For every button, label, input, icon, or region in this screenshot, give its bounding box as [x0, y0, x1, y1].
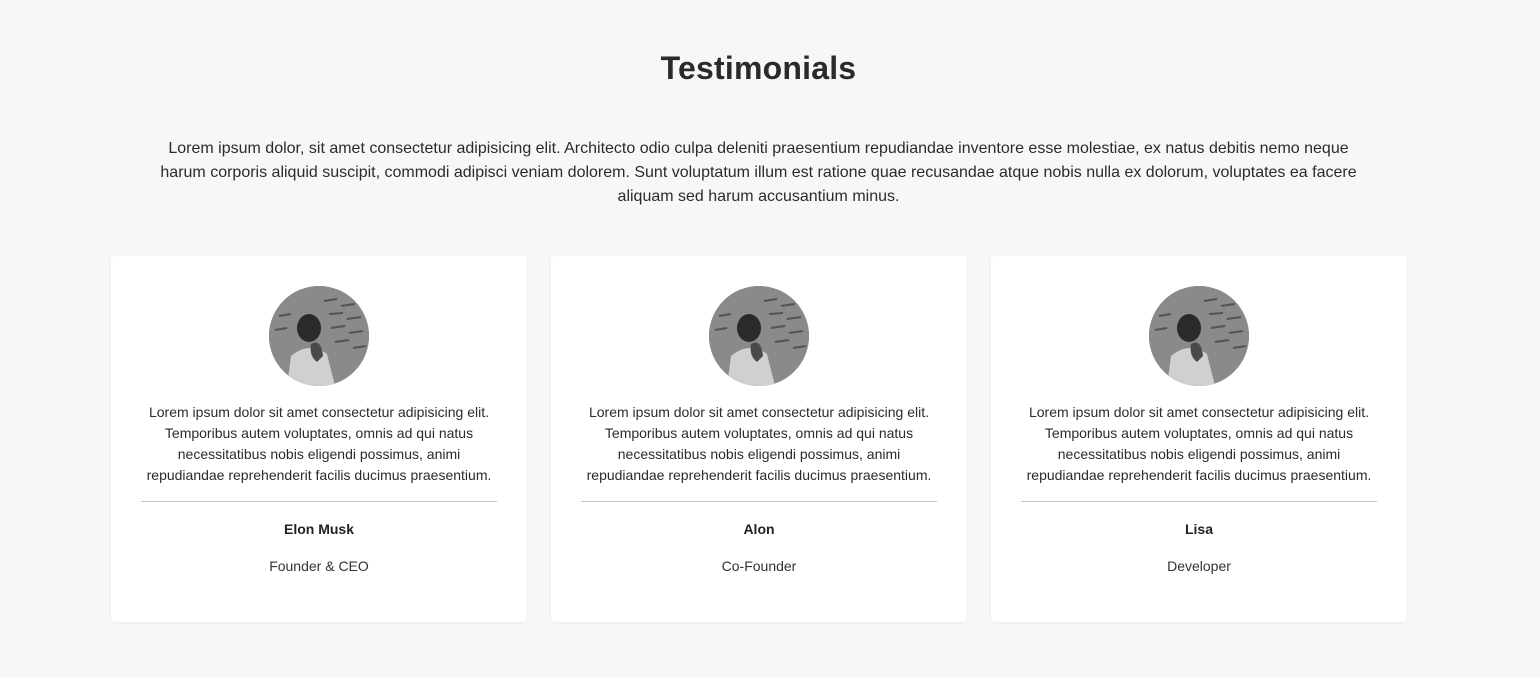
divider — [1021, 501, 1377, 502]
person-photo-icon — [269, 286, 369, 386]
testimonial-card: Lorem ipsum dolor sit amet consectetur a… — [991, 256, 1407, 622]
avatar — [1149, 286, 1249, 386]
testimonial-name: Alon — [743, 521, 775, 537]
testimonial-role: Developer — [1167, 558, 1231, 574]
testimonial-role: Co-Founder — [721, 558, 797, 574]
divider — [581, 501, 937, 502]
testimonial-quote: Lorem ipsum dolor sit amet consectetur a… — [1026, 404, 1372, 483]
testimonial-name: Lisa — [1184, 521, 1213, 537]
avatar — [269, 286, 369, 386]
person-photo-icon — [709, 286, 809, 386]
testimonials-section: Testimonials Lorem ipsum dolor, sit amet… — [0, 0, 1540, 677]
testimonial-name: Elon Musk — [283, 521, 354, 537]
divider — [141, 501, 497, 502]
testimonial-quote: Lorem ipsum dolor sit amet consectetur a… — [146, 404, 492, 483]
testimonial-card: Lorem ipsum dolor sit amet consectetur a… — [551, 256, 967, 622]
section-title: Testimonials — [660, 50, 857, 86]
section-intro: Lorem ipsum dolor, sit amet consectetur … — [160, 140, 1357, 205]
person-photo-icon — [1149, 286, 1249, 386]
testimonial-cards: Lorem ipsum dolor sit amet consectetur a… — [111, 256, 1407, 622]
testimonial-quote: Lorem ipsum dolor sit amet consectetur a… — [586, 404, 932, 483]
testimonial-role: Founder & CEO — [269, 558, 369, 574]
avatar — [709, 286, 809, 386]
testimonial-card: Lorem ipsum dolor sit amet consectetur a… — [111, 256, 527, 622]
